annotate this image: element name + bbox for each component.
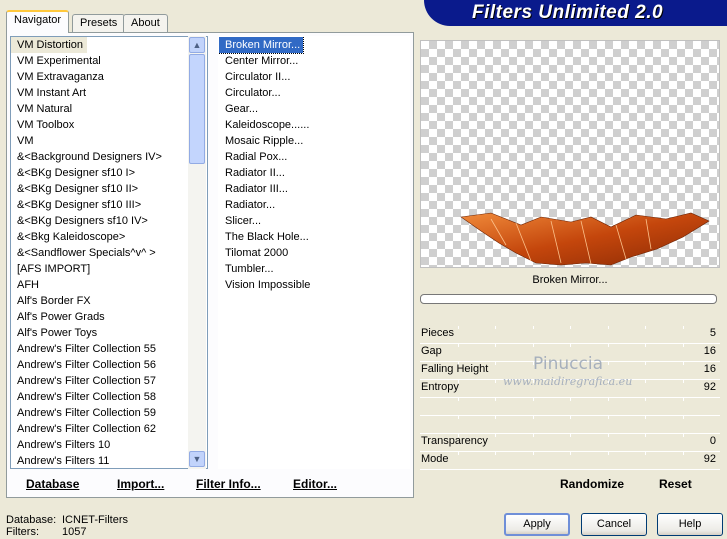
current-filter-title: Broken Mirror... xyxy=(532,274,608,286)
filter-item[interactable]: Radiator III... xyxy=(219,181,409,197)
category-item[interactable]: VM Distortion xyxy=(11,37,88,53)
filter-list[interactable]: Broken Mirror... Center Mirror... Circulat… xyxy=(218,36,410,469)
category-item[interactable]: Andrew's Filter Collection 57 xyxy=(11,373,207,389)
help-button[interactable]: Help xyxy=(657,513,723,536)
category-item[interactable]: VM Extravaganza xyxy=(11,69,207,85)
progress-bar xyxy=(420,294,717,304)
watermark-url: www.maidiregrafica.eu xyxy=(503,375,633,388)
scroll-thumb[interactable] xyxy=(189,54,205,164)
category-item[interactable]: Andrew's Filter Collection 55 xyxy=(11,341,207,357)
category-item[interactable]: &<Sandflower Specials^v^ > xyxy=(11,245,207,261)
category-item[interactable]: AFH xyxy=(11,277,207,293)
category-item[interactable]: [AFS IMPORT] xyxy=(11,261,207,277)
category-scrollbar[interactable]: ▲ ▼ xyxy=(188,36,206,469)
category-item[interactable]: Andrew's Filters 10 xyxy=(11,437,207,453)
filter-item[interactable]: Radiator... xyxy=(219,197,409,213)
filters-label: Filters: xyxy=(6,526,39,538)
database-label: Database: xyxy=(6,514,57,526)
parameter-value: 5 xyxy=(709,327,716,339)
app-banner: Filters Unlimited 2.0 xyxy=(424,0,727,26)
scroll-up-icon[interactable]: ▲ xyxy=(189,37,205,53)
tab-presets[interactable]: Presets xyxy=(72,14,126,32)
parameter-value: 16 xyxy=(703,363,716,375)
filter-item[interactable]: Tumbler... xyxy=(219,261,409,277)
filter-item[interactable]: Gear... xyxy=(219,101,409,117)
category-item[interactable]: VM Toolbox xyxy=(11,117,207,133)
filter-item[interactable]: Circulator... xyxy=(219,85,409,101)
import-button[interactable]: Import... xyxy=(117,477,164,491)
category-item[interactable]: Alf's Border FX xyxy=(11,293,207,309)
category-item[interactable]: Andrew's Filter Collection 58 xyxy=(11,389,207,405)
filters-count: 1057 xyxy=(62,526,87,538)
filter-item[interactable]: Broken Mirror... xyxy=(219,37,305,54)
filter-item[interactable]: Radiator II... xyxy=(219,165,409,181)
app-title: Filters Unlimited 2.0 xyxy=(472,2,664,23)
parameter-value: 0 xyxy=(709,435,716,447)
category-item[interactable]: Andrew's Filter Collection 62 xyxy=(11,421,207,437)
cancel-button[interactable]: Cancel xyxy=(581,513,647,536)
reset-button[interactable]: Reset xyxy=(659,477,692,491)
randomize-button[interactable]: Randomize xyxy=(560,477,624,491)
parameter-row[interactable]: Transparency 0 xyxy=(420,434,720,452)
filter-item[interactable]: Slicer... xyxy=(219,213,409,229)
parameter-name: Pieces xyxy=(421,327,455,339)
parameter-name: Gap xyxy=(421,345,442,357)
category-item[interactable]: VM xyxy=(11,133,207,149)
category-item[interactable]: &<BKg Designer sf10 II> xyxy=(11,181,207,197)
filter-item[interactable]: Tilomat 2000 xyxy=(219,245,409,261)
slider-ticks xyxy=(420,326,720,329)
scroll-down-icon[interactable]: ▼ xyxy=(189,451,205,467)
category-item[interactable]: VM Experimental xyxy=(11,53,207,69)
database-value: ICNET-Filters xyxy=(62,514,128,526)
parameter-row[interactable] xyxy=(420,416,720,434)
category-item[interactable]: VM Natural xyxy=(11,101,207,117)
filter-item[interactable]: Mosaic Ripple... xyxy=(219,133,409,149)
preview-image xyxy=(460,212,710,266)
slider-ticks xyxy=(420,344,720,347)
slider-ticks xyxy=(420,452,720,455)
tab-about[interactable]: About xyxy=(123,14,168,32)
category-item[interactable]: Andrew's Filters 11 xyxy=(11,453,207,468)
category-item[interactable]: &<BKg Designer sf10 I> xyxy=(11,165,207,181)
category-item[interactable]: Alf's Power Grads xyxy=(11,309,207,325)
category-item[interactable]: &<BKg Designers sf10 IV> xyxy=(11,213,207,229)
slider-ticks xyxy=(420,416,720,419)
filter-item[interactable]: Circulator II... xyxy=(219,69,409,85)
database-button[interactable]: Database xyxy=(26,477,79,491)
filter-item[interactable]: Vision Impossible xyxy=(219,277,409,293)
category-item[interactable]: &<Background Designers IV> xyxy=(11,149,207,165)
parameter-name: Transparency xyxy=(421,435,488,447)
filter-item[interactable]: Center Mirror... xyxy=(219,53,409,69)
filter-item[interactable]: Radial Pox... xyxy=(219,149,409,165)
category-item[interactable]: &<BKg Designer sf10 III> xyxy=(11,197,207,213)
editor-button[interactable]: Editor... xyxy=(293,477,337,491)
parameter-value: 92 xyxy=(703,453,716,465)
parameter-value: 16 xyxy=(703,345,716,357)
filter-item[interactable]: Kaleidoscope...... xyxy=(219,117,409,133)
watermark-name: Pinuccia xyxy=(533,354,603,374)
parameter-name: Falling Height xyxy=(421,363,489,375)
preview-canvas xyxy=(420,40,720,268)
apply-button[interactable]: Apply xyxy=(504,513,570,536)
category-item[interactable]: VM Instant Art xyxy=(11,85,207,101)
filter-info-button[interactable]: Filter Info... xyxy=(196,477,261,491)
tab-navigator[interactable]: Navigator xyxy=(6,10,70,33)
filter-item[interactable]: The Black Hole... xyxy=(219,229,409,245)
category-item[interactable]: Andrew's Filter Collection 56 xyxy=(11,357,207,373)
category-item[interactable]: Andrew's Filter Collection 59 xyxy=(11,405,207,421)
parameter-row[interactable] xyxy=(420,398,720,416)
parameter-name: Entropy xyxy=(421,381,459,393)
category-list[interactable]: VM Distortion VM Experimental VM Extravaga… xyxy=(10,36,208,469)
parameter-row[interactable]: Mode 92 xyxy=(420,452,720,470)
parameter-value: 92 xyxy=(703,381,716,393)
category-item[interactable]: Alf's Power Toys xyxy=(11,325,207,341)
parameter-name: Mode xyxy=(421,453,449,465)
category-item[interactable]: &<Bkg Kaleidoscope> xyxy=(11,229,207,245)
parameter-row[interactable]: Pieces 5 xyxy=(420,326,720,344)
slider-ticks xyxy=(420,398,720,401)
